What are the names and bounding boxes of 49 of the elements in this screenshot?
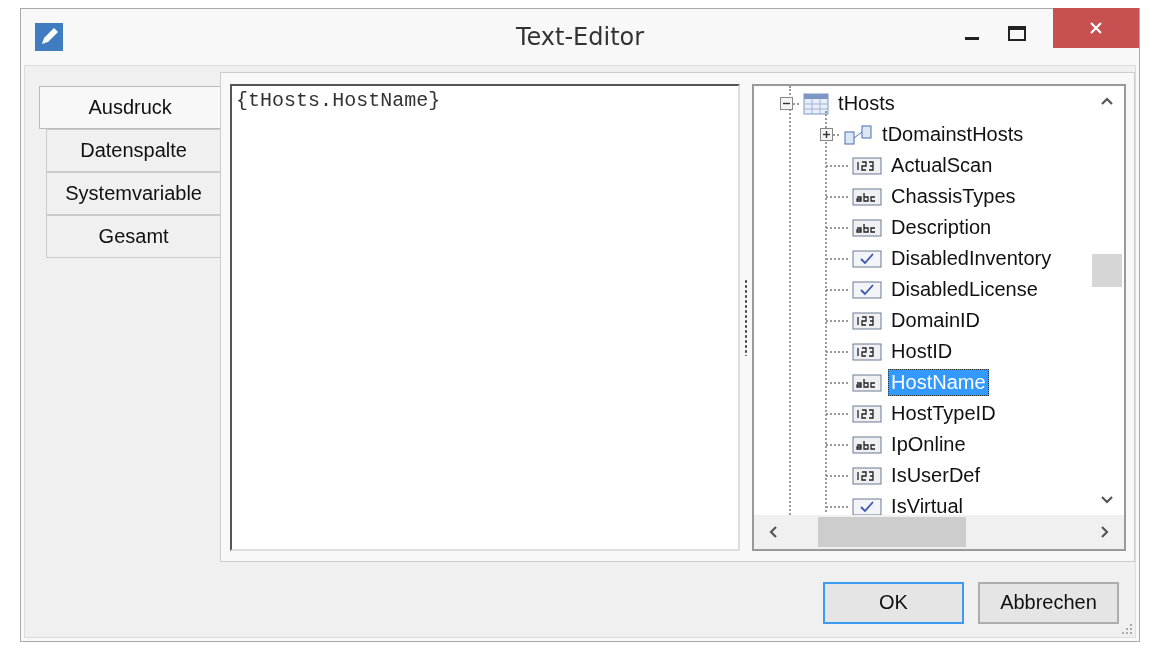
number-field-icon (852, 311, 883, 330)
checkbox-field-icon (852, 497, 883, 515)
number-field-icon (852, 466, 883, 485)
scroll-right-icon[interactable] (1100, 525, 1110, 539)
number-field-icon (852, 342, 883, 361)
tree-item[interactable]: DisabledLicense (888, 276, 1041, 303)
pen-icon (35, 23, 63, 51)
text-field-icon (852, 218, 883, 237)
relation-icon (843, 123, 874, 146)
maximize-icon[interactable] (1007, 25, 1027, 43)
checkbox-field-icon (852, 280, 883, 299)
collapse-icon[interactable] (780, 97, 794, 110)
tree-item[interactable]: tDomainstHosts (879, 121, 1027, 148)
tab[interactable]: Ausdruck (39, 86, 221, 129)
tree-item[interactable]: ActualScan (888, 152, 996, 179)
tree-item[interactable]: DomainID (888, 307, 984, 334)
ok-button[interactable]: OK (823, 581, 964, 624)
scroll-down-icon[interactable] (1100, 495, 1114, 505)
table-icon (803, 92, 830, 115)
tree-item[interactable]: DisabledInventory (888, 245, 1055, 272)
tab[interactable]: Datenspalte (46, 129, 221, 172)
scroll-thumb[interactable] (818, 517, 967, 547)
number-field-icon (852, 156, 883, 175)
number-field-icon (852, 404, 883, 423)
tree-item[interactable]: IsVirtual (888, 493, 966, 515)
expression-text: {tHosts.HostName} (236, 89, 441, 112)
close-icon (1088, 20, 1104, 36)
tree-item[interactable]: HostID (888, 338, 956, 365)
text-field-icon (852, 187, 883, 206)
tree-item[interactable]: IsUserDef (888, 462, 983, 489)
scroll-up-icon[interactable] (1100, 96, 1114, 106)
tree-item[interactable]: IpOnline (888, 431, 969, 458)
text-field-icon (852, 435, 883, 454)
tree-item[interactable]: ChassisTypes (888, 183, 1019, 210)
tab[interactable]: Gesamt (46, 215, 221, 258)
tab[interactable]: Systemvariable (46, 172, 221, 215)
window-title: Text-Editor (514, 23, 646, 51)
horizontal-scrollbar[interactable] (754, 515, 1124, 549)
tree-item[interactable]: HostTypeID (888, 400, 999, 427)
text-field-icon (852, 373, 883, 392)
tree-item[interactable]: tHosts (835, 90, 898, 117)
cancel-button[interactable]: Abbrechen (978, 581, 1119, 624)
resize-grip-icon[interactable] (1121, 623, 1133, 635)
checkbox-field-icon (852, 249, 883, 268)
tree-item[interactable]: Description (888, 214, 995, 241)
text-editor[interactable]: {tHosts.HostName} (230, 84, 741, 551)
scroll-thumb[interactable] (1092, 254, 1122, 287)
scroll-left-icon[interactable] (768, 525, 779, 539)
expand-icon[interactable] (820, 128, 834, 141)
